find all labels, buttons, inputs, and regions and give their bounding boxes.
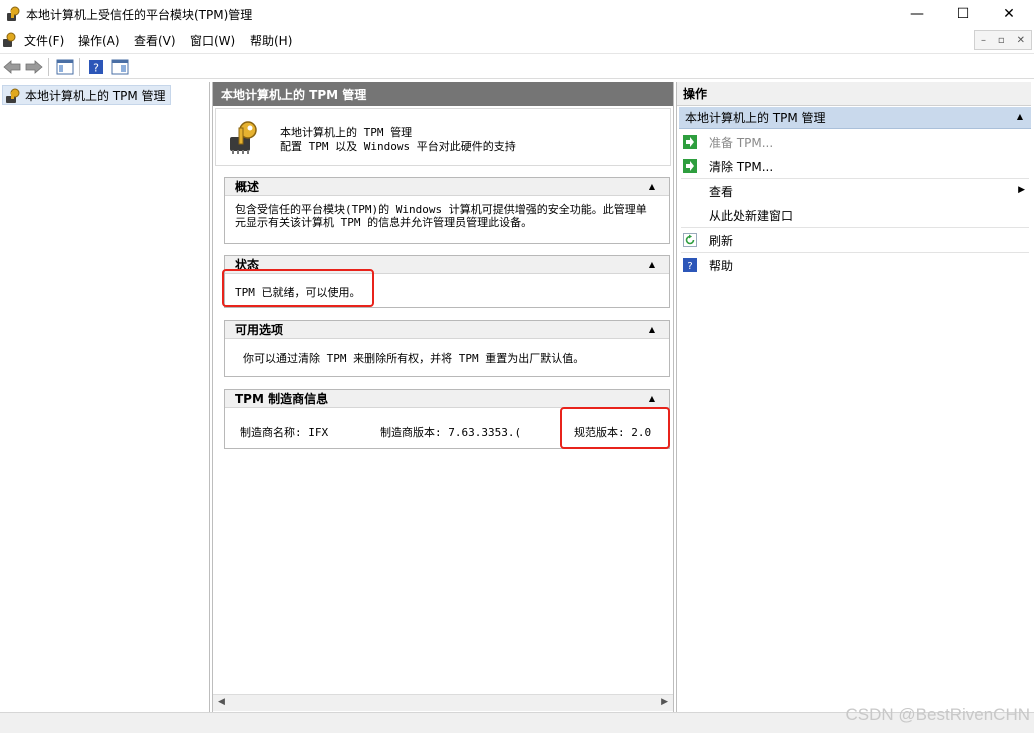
green-arrow-icon — [683, 159, 697, 173]
results-pane-header: 本地计算机上的 TPM 管理 — [213, 82, 673, 106]
scroll-left-icon[interactable]: ◀ — [218, 697, 225, 707]
tpm-key-icon — [7, 6, 20, 21]
divider — [681, 227, 1029, 228]
help-icon: ? — [683, 258, 697, 272]
back-button[interactable] — [2, 57, 22, 77]
mdi-minimize-button[interactable]: – — [981, 35, 986, 46]
show-hide-action-pane-button[interactable] — [110, 57, 130, 77]
tree-item-tpm-management[interactable]: 本地计算机上的 TPM 管理 — [2, 85, 171, 105]
mdi-close-button[interactable]: ✕ — [1017, 35, 1025, 46]
minimize-button[interactable]: — — [894, 0, 940, 28]
action-label: 刷新 — [709, 233, 734, 248]
divider — [681, 252, 1029, 253]
action-view[interactable]: 查看 ▶ — [683, 180, 1029, 202]
submenu-arrow-icon: ▶ — [1018, 185, 1025, 195]
green-arrow-icon — [683, 135, 697, 149]
console-tree-icon — [56, 59, 74, 75]
actions-section-label: 本地计算机上的 TPM 管理 — [685, 111, 826, 125]
show-hide-tree-button[interactable] — [55, 57, 75, 77]
overview-text: 包含受信任的平台模块(TPM)的 Windows 计算机可提供增强的安全功能。此… — [235, 203, 647, 229]
options-header[interactable]: 可用选项 — [225, 321, 669, 339]
menu-window[interactable]: 窗口(W) — [190, 32, 235, 49]
close-button[interactable]: ✕ — [986, 0, 1032, 28]
options-text: 你可以通过清除 TPM 来删除所有权，并将 TPM 重置为出厂默认值。 — [243, 352, 585, 365]
status-highlight-box — [222, 269, 374, 307]
action-help[interactable]: ? 帮助 — [683, 254, 1029, 276]
intro-description: 配置 TPM 以及 Windows 平台对此硬件的支持 — [280, 140, 516, 153]
actions-header: 操作 — [677, 82, 1031, 106]
action-label: 清除 TPM... — [709, 159, 774, 174]
action-label: 从此处新建窗口 — [709, 208, 794, 223]
actions-pane: 操作 本地计算机上的 TPM 管理 ▲ 准备 TPM... 清除 TPM... … — [676, 82, 1032, 712]
tpm-key-icon[interactable] — [2, 32, 16, 48]
menu-file[interactable]: 文件(F) — [24, 32, 64, 49]
action-refresh[interactable]: 刷新 — [683, 229, 1029, 251]
actions-section-tpm[interactable]: 本地计算机上的 TPM 管理 ▲ — [679, 107, 1031, 129]
action-new-window[interactable]: 从此处新建窗口 — [683, 204, 1029, 226]
title-bar: 本地计算机上受信任的平台模块(TPM)管理 — ☐ ✕ — [0, 0, 1034, 28]
svg-text:?: ? — [687, 261, 692, 272]
tpm-chip-key-icon — [230, 121, 257, 154]
arrow-left-icon — [3, 60, 21, 74]
mdi-controls: – ▫ ✕ — [974, 30, 1032, 50]
tpm-key-icon — [6, 88, 20, 103]
toolbar: ? — [0, 53, 1034, 79]
toolbar-separator — [48, 58, 49, 76]
arrow-right-icon — [25, 60, 43, 74]
watermark: CSDN @BestRivenCHN — [845, 705, 1030, 724]
svg-text:?: ? — [93, 62, 99, 75]
collapse-arrow-icon[interactable]: ▲ — [1017, 112, 1023, 121]
overview-section: 概述 ▲ 包含受信任的平台模块(TPM)的 Windows 计算机可提供增强的安… — [224, 177, 670, 244]
collapse-arrow-icon[interactable]: ▲ — [649, 394, 655, 403]
refresh-icon — [683, 233, 697, 247]
scroll-right-icon[interactable]: ▶ — [661, 697, 668, 707]
action-prepare-tpm[interactable]: 准备 TPM... — [683, 131, 1029, 153]
help-button[interactable]: ? — [86, 57, 106, 77]
overview-header[interactable]: 概述 — [225, 178, 669, 196]
console-tree-pane: 本地计算机上的 TPM 管理 — [0, 82, 210, 712]
menu-bar: 文件(F) 操作(A) 查看(V) 窗口(W) 帮助(H) — [0, 28, 1034, 52]
maximize-button[interactable]: ☐ — [940, 0, 986, 28]
menu-help[interactable]: 帮助(H) — [250, 32, 292, 49]
manufacturer-version: 制造商版本: 7.63.3353.( — [380, 426, 522, 439]
spec-version-highlight-box — [560, 407, 670, 449]
tree-item-label: 本地计算机上的 TPM 管理 — [25, 88, 166, 103]
toolbar-separator — [79, 58, 80, 76]
window-title: 本地计算机上受信任的平台模块(TPM)管理 — [26, 8, 253, 22]
mdi-restore-button[interactable]: ▫ — [998, 35, 1005, 46]
results-pane: 本地计算机上的 TPM 管理 本地计算机上的 TPM 管理 配置 TPM 以及 … — [212, 82, 674, 712]
horizontal-scrollbar[interactable]: ◀ ▶ — [213, 694, 673, 711]
action-label: 准备 TPM... — [709, 135, 774, 150]
forward-button[interactable] — [24, 57, 44, 77]
manufacturer-name: 制造商名称: IFX — [240, 426, 329, 439]
action-label: 帮助 — [709, 258, 734, 273]
manufacturer-header[interactable]: TPM 制造商信息 — [225, 390, 669, 408]
menu-action[interactable]: 操作(A) — [78, 32, 120, 49]
menu-view[interactable]: 查看(V) — [134, 32, 176, 49]
available-options-section: 可用选项 ▲ 你可以通过清除 TPM 来删除所有权，并将 TPM 重置为出厂默认… — [224, 320, 670, 377]
action-pane-icon — [111, 59, 129, 75]
collapse-arrow-icon[interactable]: ▲ — [649, 260, 655, 269]
collapse-arrow-icon[interactable]: ▲ — [649, 325, 655, 334]
snapin-intro: 本地计算机上的 TPM 管理 配置 TPM 以及 Windows 平台对此硬件的… — [215, 108, 671, 166]
divider — [681, 178, 1029, 179]
help-icon: ? — [89, 60, 103, 75]
action-clear-tpm[interactable]: 清除 TPM... — [683, 155, 1029, 177]
action-label: 查看 — [709, 184, 734, 199]
collapse-arrow-icon[interactable]: ▲ — [649, 182, 655, 191]
